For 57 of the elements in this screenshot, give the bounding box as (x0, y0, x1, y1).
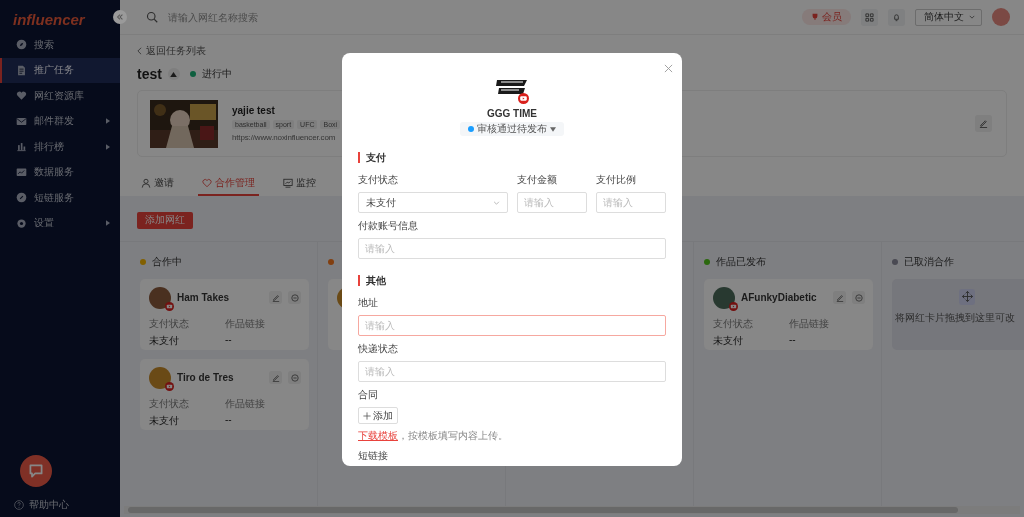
field-value: 未支付 (149, 413, 180, 428)
input-field[interactable]: 请输入 (596, 192, 666, 213)
sidebar-item[interactable]: 推广任务 (0, 57, 120, 83)
field-value: 未支付 (149, 333, 180, 348)
add-influencer-button[interactable]: 添加网红 (137, 211, 193, 229)
task-title: test (137, 66, 162, 82)
field-label: 支付比例 (596, 173, 638, 187)
field-label: 支付状态 (149, 316, 190, 331)
column-title: 已取消合作 (904, 254, 954, 269)
field-value: -- (225, 413, 233, 425)
field-label: 付款账号信息 (358, 219, 419, 233)
section-title: 支付 (358, 152, 666, 163)
help-center-link[interactable]: 帮助中心 (0, 498, 120, 517)
field-label: 支付金额 (517, 173, 559, 187)
section-title: 其他 (358, 275, 666, 286)
influencer-name: AFunkyDiabetic (741, 292, 818, 303)
sidebar-item[interactable]: 短链服务 (0, 185, 120, 211)
field-label: 支付状态 (713, 316, 754, 331)
sidebar-item[interactable]: 数据服务 (0, 159, 120, 185)
input-field[interactable]: 请输入 (358, 361, 666, 382)
field-value: -- (789, 333, 797, 345)
field-value: -- (225, 333, 233, 345)
influencer-name: Tiro de Tres (177, 372, 235, 383)
field-label: 快递状态 (358, 342, 399, 356)
upload-note: 下载模板，按模板填写内容上传。 (358, 429, 509, 443)
input-field[interactable]: 请输入 (358, 238, 666, 259)
payment-status-select[interactable]: 未支付 (358, 192, 509, 213)
sidebar-item[interactable]: 搜索 (0, 32, 120, 58)
influencer-name: Ham Takes (177, 292, 231, 303)
sidebar-item[interactable]: 设置 (0, 210, 120, 236)
input-field[interactable]: 请输入 (517, 192, 588, 213)
field-value: 未支付 (713, 333, 744, 348)
field-label: 合同 (358, 388, 379, 402)
influencer-name: yajie test (232, 105, 275, 116)
field-label: 支付状态 (358, 173, 399, 187)
logo: influencer (12, 10, 87, 30)
download-template-link[interactable]: 下载模板 (358, 430, 398, 441)
back-link[interactable]: 返回任务列表 (137, 45, 1007, 57)
field-label: 支付状态 (149, 396, 190, 411)
tab[interactable]: 邀请 (137, 172, 178, 196)
sidebar-item[interactable]: 邮件群发 (0, 108, 120, 134)
drop-hint: 将网红卡片拖拽到这里可改 (895, 310, 1015, 325)
add-button[interactable]: 添加 (358, 407, 398, 424)
tab[interactable]: 监控 (279, 172, 320, 196)
input-field[interactable]: 请输入 (358, 315, 666, 336)
field-label: 短链接 (358, 449, 389, 463)
language-select[interactable]: 简体中文 (915, 8, 982, 26)
sidebar-item[interactable]: 排行榜 (0, 134, 120, 160)
status-dropdown[interactable]: 审核通过待发布 (460, 122, 564, 136)
field-label: 地址 (358, 296, 379, 310)
column-title: 作品已发布 (716, 254, 766, 269)
sidebar-item[interactable]: 网红资源库 (0, 83, 120, 109)
channel-url: https://www.noxinfluencer.com (232, 133, 336, 142)
channel-name: GGG TIME (487, 108, 537, 119)
task-status: 进行中 (201, 67, 232, 81)
column-title: 合作中 (152, 254, 182, 269)
member-button[interactable]: 会员 (802, 9, 851, 25)
